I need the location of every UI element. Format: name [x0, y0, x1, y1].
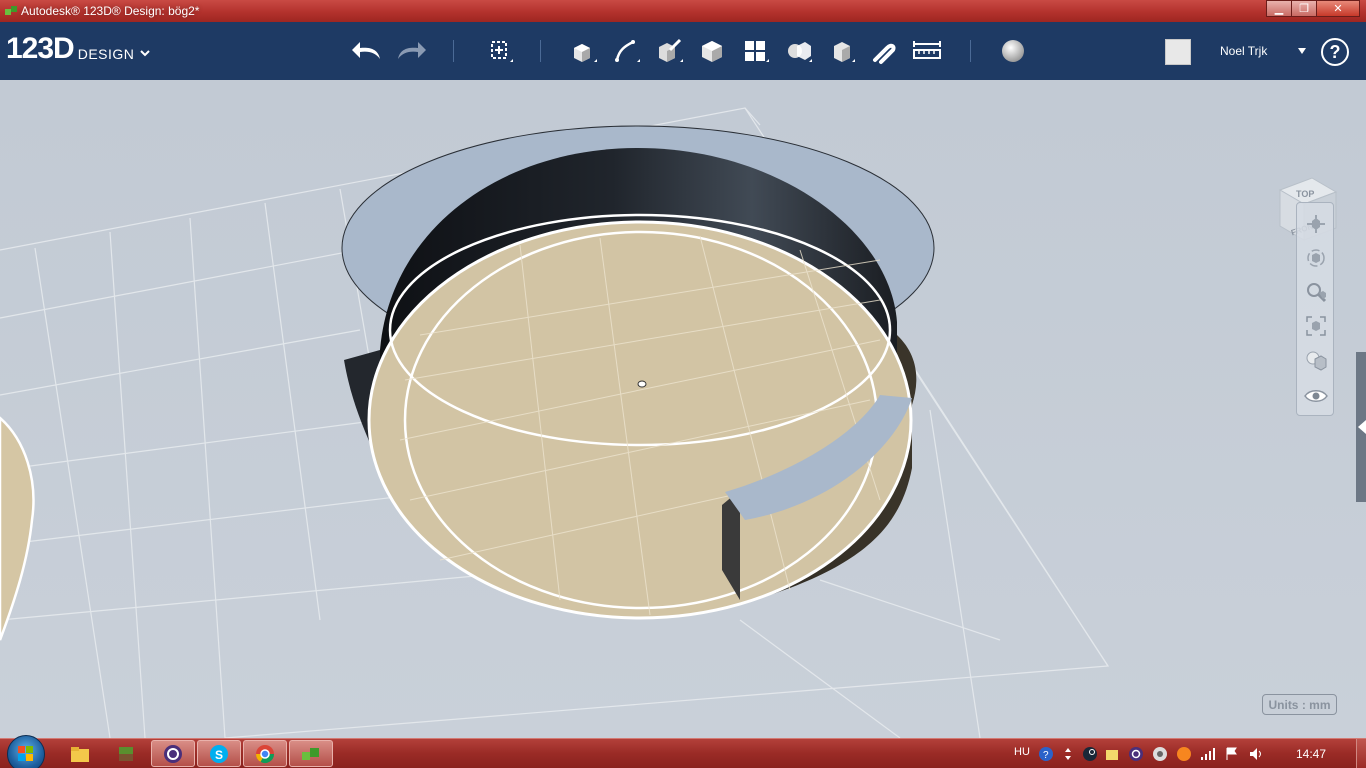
- orbit-button[interactable]: [1303, 245, 1329, 271]
- start-button[interactable]: [7, 735, 45, 768]
- snap-icon: [873, 43, 896, 64]
- grouping-button[interactable]: [781, 34, 815, 68]
- material-button[interactable]: [996, 34, 1030, 68]
- folder-tray-icon[interactable]: [1104, 746, 1120, 762]
- user-avatar[interactable]: [1165, 39, 1191, 65]
- redo-icon: [398, 42, 426, 59]
- taskbar-chrome[interactable]: [243, 740, 287, 767]
- window-title: Autodesk® 123D® Design: bög2*: [21, 4, 200, 18]
- floor-disc[interactable]: [367, 220, 913, 620]
- language-indicator[interactable]: HU: [1014, 746, 1030, 758]
- tray-arrows-icon[interactable]: [1060, 746, 1076, 762]
- taskbar-skype[interactable]: S: [197, 740, 241, 767]
- close-button[interactable]: ✕: [1316, 0, 1360, 17]
- construct-button[interactable]: [652, 34, 686, 68]
- steam-icon[interactable]: [1082, 746, 1098, 762]
- orbit-icon: [1307, 249, 1325, 267]
- taskbar-explorer[interactable]: [58, 740, 102, 767]
- fit-icon: [1306, 316, 1326, 336]
- undo-button[interactable]: [350, 34, 384, 68]
- windows-taskbar: S HU ? 14:47: [0, 735, 1366, 768]
- fit-button[interactable]: [1303, 313, 1329, 339]
- material-icon: [1002, 40, 1024, 62]
- caret-down-icon[interactable]: [1298, 48, 1306, 54]
- combine-icon: [834, 42, 855, 62]
- primitives-icon: [574, 44, 597, 62]
- sketch-button[interactable]: [609, 34, 643, 68]
- visibility-icon: [1304, 390, 1328, 402]
- modify-button[interactable]: [695, 34, 729, 68]
- zoom-icon: [1307, 283, 1327, 303]
- redo-button[interactable]: [394, 34, 428, 68]
- minecraft-icon: [119, 746, 133, 761]
- app-c-icon: [164, 744, 182, 763]
- help-button[interactable]: ?: [1321, 38, 1349, 66]
- clock[interactable]: 14:47: [1296, 747, 1326, 761]
- units-indicator[interactable]: Units : mm: [1262, 694, 1337, 715]
- minimize-button[interactable]: ▁: [1266, 0, 1292, 17]
- chevron-left-icon[interactable]: [1358, 420, 1366, 434]
- measure-button[interactable]: [910, 34, 944, 68]
- sketch-icon: [615, 40, 640, 62]
- adjacent-disc[interactable]: [0, 416, 35, 641]
- app-c-tray-icon[interactable]: [1128, 746, 1144, 762]
- toolbar-separator: [453, 40, 454, 62]
- 123d-design-icon: [302, 747, 319, 760]
- pan-button[interactable]: [1303, 211, 1329, 237]
- logo-text: 123D: [6, 32, 75, 65]
- modify-icon: [702, 41, 722, 62]
- visibility-button[interactable]: [1303, 383, 1329, 409]
- zoom-button[interactable]: [1303, 279, 1329, 305]
- app-toolbar: 123D DESIGN Noel Trjk ?: [0, 22, 1366, 80]
- volume-icon[interactable]: [1248, 746, 1264, 762]
- transform-button[interactable]: [482, 34, 516, 68]
- window-titlebar: Autodesk® 123D® Design: bög2* ▁ ❐ ✕: [0, 0, 1366, 22]
- primitives-button[interactable]: [566, 34, 600, 68]
- toolbar-separator: [970, 40, 971, 62]
- network-app-icon[interactable]: [1152, 746, 1168, 762]
- skype-icon: S: [210, 744, 228, 763]
- signal-icon[interactable]: [1200, 746, 1216, 762]
- construct-icon: [659, 38, 683, 62]
- navigation-bar: [1296, 202, 1334, 416]
- pattern-button[interactable]: [738, 34, 772, 68]
- grouping-icon: [788, 42, 812, 62]
- view-style-button[interactable]: [1303, 347, 1329, 373]
- viewcube-top-label[interactable]: TOP: [1296, 189, 1314, 199]
- svg-text:?: ?: [1043, 750, 1049, 761]
- app-icon: [5, 6, 17, 15]
- combine-button[interactable]: [824, 34, 858, 68]
- taskbar-123d-design[interactable]: [289, 740, 333, 767]
- transform-icon: [491, 41, 513, 62]
- maximize-button[interactable]: ❐: [1291, 0, 1317, 17]
- windows-logo-icon: [18, 746, 33, 761]
- scene-canvas[interactable]: [0, 80, 1366, 738]
- logo-subtext: DESIGN: [77, 46, 135, 62]
- help-tray-icon[interactable]: ?: [1038, 746, 1054, 762]
- avast-icon[interactable]: [1176, 746, 1192, 762]
- window-controls: ▁ ❐ ✕: [1266, 0, 1360, 18]
- chevron-down-icon: [140, 50, 151, 57]
- taskbar-app-c[interactable]: [151, 740, 195, 767]
- snap-button[interactable]: [867, 34, 901, 68]
- toolbar-separator: [540, 40, 541, 62]
- pan-icon: [1307, 215, 1325, 233]
- measure-icon: [913, 41, 941, 59]
- view-style-icon: [1306, 351, 1327, 371]
- flag-icon[interactable]: [1224, 746, 1240, 762]
- user-name[interactable]: Noel Trjk: [1220, 44, 1267, 58]
- show-desktop-button[interactable]: [1356, 739, 1366, 768]
- origin-marker[interactable]: [637, 380, 647, 388]
- 3d-viewport[interactable]: TOP FRONT Units : mm: [0, 80, 1366, 738]
- folder-icon: [71, 746, 89, 762]
- undo-icon: [352, 42, 380, 59]
- taskbar-minecraft[interactable]: [104, 740, 148, 767]
- pattern-icon: [745, 41, 769, 62]
- svg-text:S: S: [215, 748, 223, 762]
- chrome-icon: [256, 744, 274, 763]
- app-menu-button[interactable]: 123D DESIGN: [6, 32, 151, 65]
